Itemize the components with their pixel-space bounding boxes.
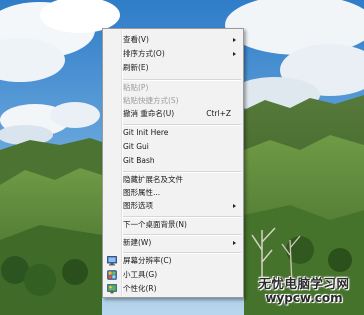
menu-item-sort-by-label: 排序方式(O) — [123, 49, 165, 58]
menu-item-paste-label: 粘贴(P) — [123, 83, 149, 92]
menu-item-personalize[interactable]: 个性化(R) — [105, 282, 241, 296]
watermark-site-url: wypcw.com — [265, 291, 343, 305]
desktop-context-menu: 查看(V) 排序方式(O) 刷新(E) 粘贴(P) 粘贴快捷方式(S) 撤消 重… — [102, 28, 244, 298]
personalize-icon — [107, 284, 117, 294]
menu-item-next-background-label: 下一个桌面背景(N) — [123, 220, 187, 229]
menu-item-gadgets-label: 小工具(G) — [123, 270, 158, 279]
undo-rename-shortcut-label: Ctrl+Z — [206, 109, 231, 118]
submenu-arrow-icon — [233, 240, 236, 245]
menu-item-git-gui[interactable]: Git Gui — [105, 140, 241, 154]
submenu-arrow-icon — [233, 37, 236, 42]
menu-item-gadgets[interactable]: 小工具(G) — [105, 268, 241, 282]
menu-item-next-background[interactable]: 下一个桌面背景(N) — [105, 218, 241, 232]
menu-item-view-label: 查看(V) — [123, 35, 149, 44]
menu-item-graphics-options-label: 图形选项 — [123, 201, 153, 210]
menu-item-graphics-properties-label: 图形属性... — [123, 188, 161, 197]
menu-item-git-init-label: Git Init Here — [123, 128, 169, 137]
menu-item-git-bash-label: Git Bash — [123, 156, 155, 165]
submenu-arrow-icon — [233, 51, 236, 56]
menu-item-new-label: 新建(W) — [123, 238, 152, 247]
gadgets-icon — [107, 270, 117, 280]
menu-item-undo-rename[interactable]: 撤消 重命名(U) Ctrl+Z — [105, 107, 241, 121]
submenu-arrow-icon — [233, 203, 236, 208]
menu-item-refresh-label: 刷新(E) — [123, 63, 149, 72]
menu-item-refresh[interactable]: 刷新(E) — [105, 61, 241, 75]
menu-item-git-gui-label: Git Gui — [123, 142, 149, 151]
menu-item-hide-extensions[interactable]: 隐藏扩展名及文件 — [105, 173, 241, 187]
menu-item-git-bash[interactable]: Git Bash — [105, 154, 241, 168]
menu-item-screen-resolution-label: 屏幕分辨率(C) — [123, 256, 172, 265]
menu-item-graphics-options[interactable]: 图形选项 — [105, 199, 241, 213]
menu-item-hide-extensions-label: 隐藏扩展名及文件 — [123, 175, 183, 184]
menu-item-personalize-label: 个性化(R) — [123, 284, 157, 293]
watermark-site-name: 无忧电脑学习网 — [258, 276, 350, 291]
menu-item-screen-resolution[interactable]: 屏幕分辨率(C) — [105, 254, 241, 268]
monitor-icon — [107, 256, 117, 266]
menu-item-undo-rename-label: 撤消 重命名(U) — [123, 109, 175, 118]
menu-item-paste-shortcut[interactable]: 粘贴快捷方式(S) — [105, 94, 241, 108]
menu-item-new[interactable]: 新建(W) — [105, 236, 241, 250]
menu-item-paste-shortcut-label: 粘贴快捷方式(S) — [123, 96, 179, 105]
menu-item-view[interactable]: 查看(V) — [105, 33, 241, 47]
menu-item-git-init[interactable]: Git Init Here — [105, 126, 241, 140]
menu-item-paste[interactable]: 粘贴(P) — [105, 81, 241, 95]
site-watermark: 无忧电脑学习网 wypcw.com — [246, 276, 362, 306]
menu-item-graphics-properties[interactable]: 图形属性... — [105, 186, 241, 200]
menu-item-sort-by[interactable]: 排序方式(O) — [105, 47, 241, 61]
